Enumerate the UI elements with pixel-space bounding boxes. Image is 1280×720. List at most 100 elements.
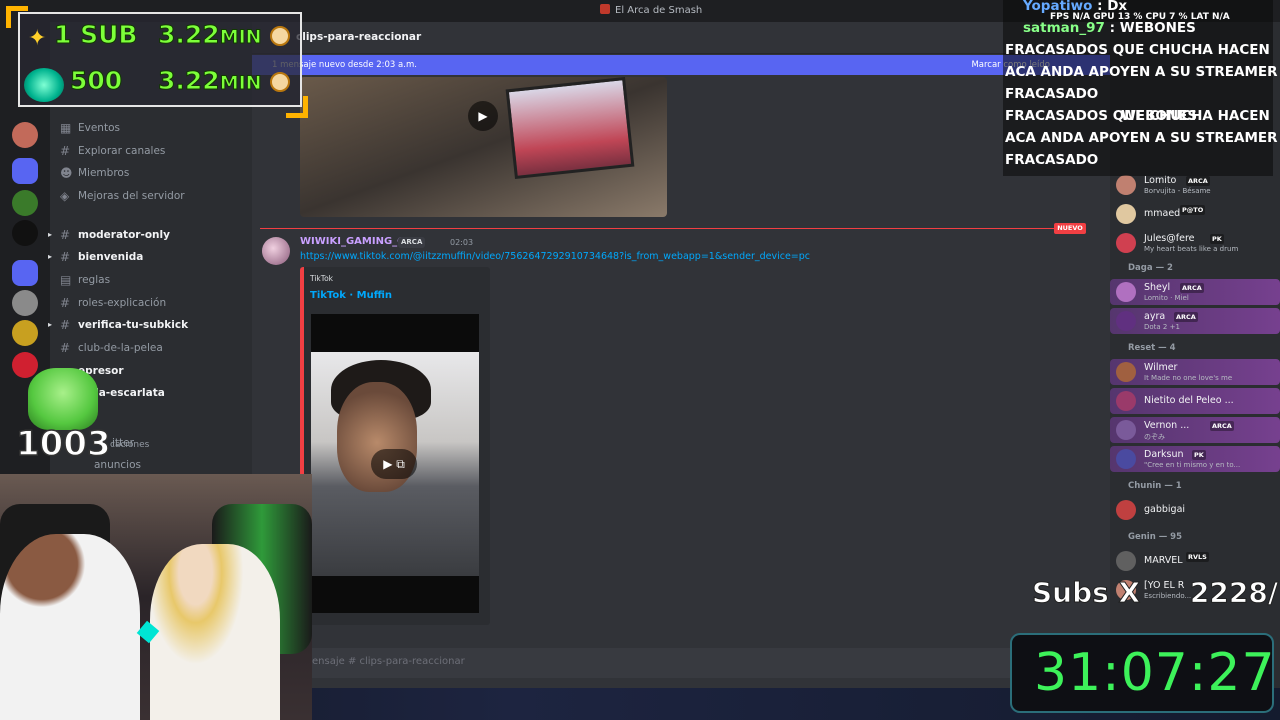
webcam-feed [0,474,312,720]
chat-message: ACA ANDA APOYEN A SU STREAMER [1005,130,1278,146]
member-row[interactable]: gabbigai [1110,497,1280,523]
stream-chat-overlay: Yopatiwo : Dx satman_97 : WEBONES FRACASAD… [1003,0,1278,176]
message-composer[interactable]: ensaje # clips-para-reaccionar [300,648,1100,678]
message-author[interactable]: WIWIKI_GAMING_C [300,236,405,247]
role-badge: ARCA [398,237,426,248]
subathon-unit: MIN [219,26,262,49]
member-status: Lomito · Miel [1144,294,1189,302]
previous-video-embed[interactable]: ▶ [300,77,667,217]
channel-moderator-only[interactable]: ▸ # moderator-only [48,225,252,245]
guest-person [150,544,280,720]
subs-value: 2228/ [1189,576,1279,610]
avatar [1116,420,1136,440]
channel-club[interactable]: # club-de-la-pelea [50,338,252,358]
subs-label: Subs X [1031,576,1141,610]
member-group-title: Chunin — 1 [1128,481,1182,491]
boost-icon: ◈ [60,189,70,203]
server-icon[interactable] [12,290,38,316]
server-icon[interactable] [12,220,38,246]
embed-title[interactable]: TikTok · Muffin [310,290,392,301]
server-icon[interactable] [12,190,38,216]
sidebar-item-label: Eventos [78,122,120,134]
hash-icon: # [60,144,71,158]
chevron-right-icon: ▸ [48,230,53,239]
channel-verifica[interactable]: ▸ # verifica-tu-subkick [48,315,252,335]
message-link[interactable]: https://www.tiktok.com/@iitzzmuffin/vide… [300,251,810,262]
chat-username: satman_97 [1023,20,1105,36]
member-group-title: Genin — 95 [1128,532,1183,542]
member-row[interactable]: Jules@fere PK My heart beats like a drum [1110,230,1280,256]
clock-icon [270,26,290,46]
performance-stats: FPS N/A GPU 13 % CPU 7 % LAT N/A [1050,12,1230,22]
member-name: Lomito [1144,175,1177,186]
role-tag: ARCA [1186,176,1210,186]
sidebar-item-members[interactable]: ☻ Miembros [50,163,252,183]
channel-bienvenida[interactable]: ▸ # bienvenida [48,247,252,267]
star-icon: ✦ [28,26,47,51]
member-name: Darksun [1144,449,1184,460]
member-row[interactable]: mmaed P@TO [1110,201,1280,227]
role-tag: P@TO [1180,205,1206,215]
member-row[interactable]: ayra ARCA Dota 2 +1 [1110,308,1280,334]
new-messages-divider [260,228,1080,229]
hash-icon: # [60,228,71,242]
embed-provider: TikTok [310,274,334,283]
subathon-left: 1 SUB [53,20,138,50]
channel-header: clips-para-reaccionar [252,22,1110,54]
sidebar-item-browse-channels[interactable]: # Explorar canales [50,141,252,161]
member-name: mmaed [1144,208,1181,219]
avatar [1116,551,1136,571]
window-title-text: El Arca de Smash [615,5,703,16]
hash-icon: # [60,341,71,355]
member-status: Borvujita - Bésame [1144,187,1211,195]
timer-value: 31:07:27 [1034,643,1276,703]
member-name: Wilmer [1144,362,1178,373]
member-name: Sheyl [1144,282,1171,293]
member-row[interactable]: MARVEL RVLS [1110,548,1280,574]
member-name: gabbigai [1144,504,1186,515]
embed-video[interactable]: ▶ ⧉ [311,314,479,613]
chevron-right-icon: ▸ [48,252,53,261]
server-icon[interactable] [12,122,38,148]
chat-message: ACA ANDA APOYEN A SU STREAMER [1005,64,1278,80]
subathon-timer: 31:07:27 [1010,633,1276,713]
avatar [1116,175,1136,195]
member-status: My heart beats like a drum [1144,245,1239,253]
role-tag: RVLS [1186,552,1209,562]
sidebar-item-boosts[interactable]: ◈ Mejoras del servidor [50,186,252,206]
calendar-icon: ▦ [60,121,72,135]
role-tag: ARCA [1180,283,1204,293]
app-icon [600,4,610,14]
channel-label: moderator-only [78,229,170,241]
avatar[interactable] [262,237,290,265]
member-row[interactable]: Wilmer It Made no one love's me [1110,359,1280,385]
sidebar-item-events[interactable]: ▦ Eventos [50,118,252,138]
member-row[interactable]: Nietito del Peleo ... [1110,388,1280,414]
server-icon[interactable] [12,158,38,184]
server-icon[interactable] [12,320,38,346]
kick-gem-icon [24,68,64,102]
member-group-title: Daga — 2 [1128,263,1173,273]
member-row[interactable]: Sheyl ARCA Lomito · Miel [1110,279,1280,305]
channel-roles[interactable]: # roles-explicación [50,293,252,313]
subathon-unit: MIN [219,72,262,95]
role-tag: PK [1210,234,1224,244]
heart-server-icon[interactable] [12,352,38,378]
server-icon[interactable] [12,260,38,286]
channel-reglas[interactable]: ▤ reglas [50,270,252,290]
channel-label: roles-explicación [78,297,167,309]
play-icon[interactable]: ▶ ⧉ [371,449,417,479]
play-icon[interactable]: ▶ [468,101,498,131]
new-messages-bar[interactable]: 1 mensaje nuevo desde 2:03 a.m. Marcar c… [252,55,1110,75]
avatar [1116,500,1136,520]
hash-icon: # [60,250,71,264]
subathon-left: 500 [69,66,123,96]
avatar [1116,233,1136,253]
sidebar-item-label: Miembros [78,167,130,179]
member-name: ayra [1144,311,1166,322]
chat-message: satman_97 : WEBONES [1023,20,1196,36]
member-row[interactable]: Darksun PK "Cree en ti mismo y en to... [1110,446,1280,472]
member-status: Dota 2 +1 [1144,323,1180,331]
member-row[interactable]: Vernon ... ARCA のぞみ [1110,417,1280,443]
chat-message: FRACASADOS QUE CHUCHA HACEN [1005,108,1270,124]
